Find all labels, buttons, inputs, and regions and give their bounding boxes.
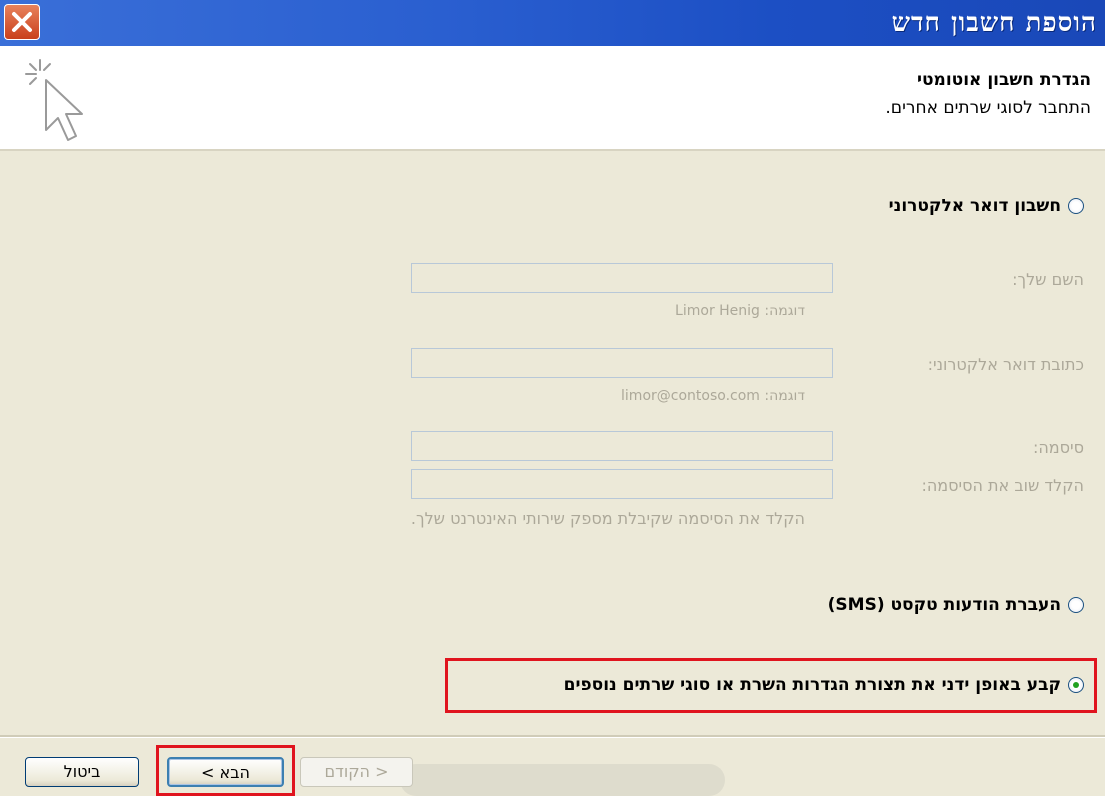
footer-divider [0, 735, 1105, 738]
password-label: סיסמה: [1032, 438, 1084, 457]
name-hint: דוגמה: Limor Henig [675, 303, 805, 319]
wizard-header: הגדרת חשבון אוטומטי התחבר לסוגי שרתים אח… [0, 46, 1105, 151]
manual-config-radio[interactable] [1068, 677, 1084, 693]
password-hint: הקלד את הסיסמה שקיבלת מספק שירותי האינטר… [410, 509, 805, 528]
header-title: הגדרת חשבון אוטומטי [916, 70, 1091, 90]
retype-password-field[interactable] [411, 469, 833, 499]
sms-label: העברת הודעות טקסט (SMS) [827, 595, 1061, 615]
back-button[interactable]: < הקודם [300, 757, 413, 787]
title-bar: הוספת חשבון חדש [0, 0, 1105, 47]
name-field[interactable] [411, 263, 833, 293]
cancel-button[interactable]: ביטול [25, 757, 139, 787]
email-account-label: חשבון דואר אלקטרוני [888, 196, 1061, 216]
email-account-radio[interactable] [1068, 198, 1084, 214]
window-title: הוספת חשבון חדש [891, 8, 1097, 38]
email-label: כתובת דואר אלקטרוני: [927, 355, 1084, 374]
retype-password-label: הקלד שוב את הסיסמה: [921, 476, 1084, 495]
name-label: השם שלך: [1012, 270, 1084, 289]
next-button[interactable]: הבא > [167, 757, 284, 787]
email-hint: דוגמה: limor@contoso.com [621, 388, 805, 404]
header-subtitle: התחבר לסוגי שרתים אחרים. [885, 98, 1091, 118]
sms-radio[interactable] [1068, 597, 1084, 613]
cursor-wizard-icon [25, 59, 83, 141]
background-smudge [400, 764, 725, 796]
close-button[interactable] [4, 4, 40, 40]
password-field[interactable] [411, 431, 833, 461]
manual-config-label: קבע באופן ידני את תצורת הגדרות השרת או ס… [563, 675, 1061, 695]
close-icon [12, 12, 32, 32]
email-field[interactable] [411, 348, 833, 378]
